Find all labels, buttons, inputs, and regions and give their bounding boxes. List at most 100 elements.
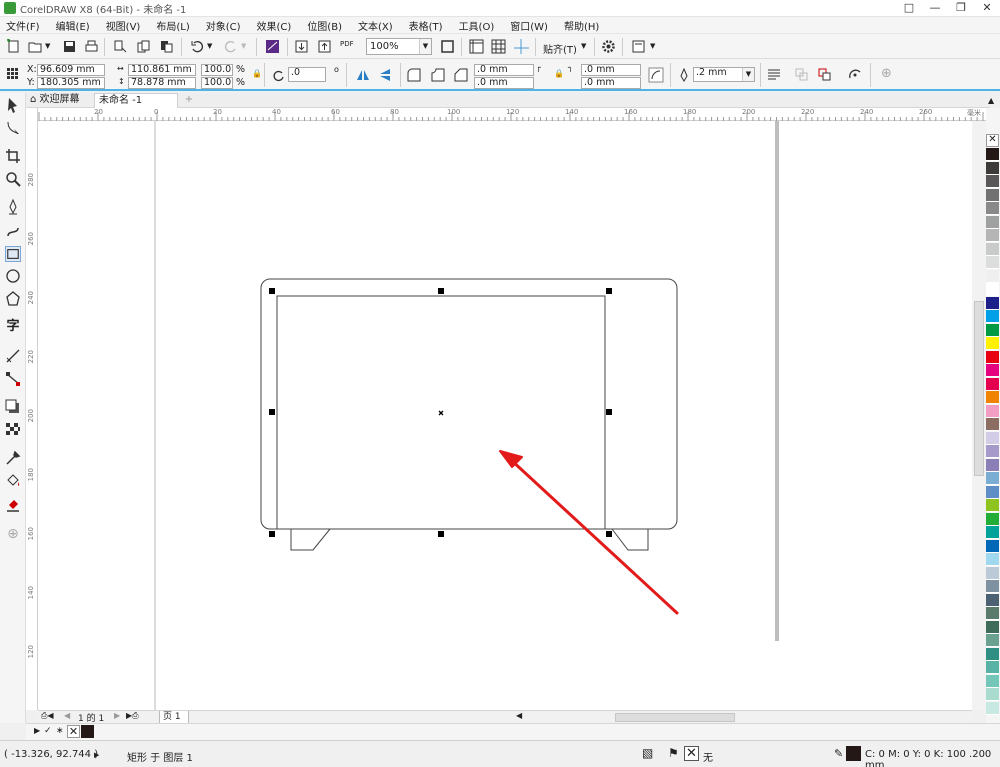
prev-page-icon[interactable]: ◀: [64, 711, 70, 720]
status-arrow-icon[interactable]: ▶: [94, 751, 99, 759]
drop-shadow-tool-icon[interactable]: [5, 399, 21, 415]
palette-swatch[interactable]: [986, 553, 999, 566]
palette-swatch[interactable]: [986, 256, 999, 269]
palette-swatch[interactable]: [986, 688, 999, 701]
drawing-canvas[interactable]: [38, 121, 972, 710]
save-icon[interactable]: [62, 39, 77, 54]
vertical-scrollbar[interactable]: [972, 121, 986, 710]
palette-swatch[interactable]: [986, 229, 999, 242]
rotation-angle-field[interactable]: .0: [288, 67, 326, 82]
zoom-tool-icon[interactable]: [5, 171, 21, 187]
zoom-level-select[interactable]: 100% ▼: [366, 38, 432, 55]
color-proof-icon[interactable]: ▧: [642, 746, 653, 760]
import-arrow-icon[interactable]: [294, 39, 309, 54]
show-guidelines-icon[interactable]: [514, 39, 529, 54]
last-page-icon[interactable]: ▶⎙: [126, 711, 139, 721]
palette-swatch[interactable]: [986, 701, 999, 715]
palette-swatch[interactable]: [986, 296, 999, 310]
palette-swatch[interactable]: [986, 404, 999, 418]
vertical-scrollbar-thumb[interactable]: [974, 301, 984, 476]
ellipse-tool-icon[interactable]: [5, 268, 21, 284]
corner-radius-top-right-field[interactable]: .0 mm: [581, 64, 641, 76]
palette-swatch[interactable]: [986, 391, 999, 404]
menu-object[interactable]: 对象(C): [206, 18, 241, 33]
palette-swatch[interactable]: [986, 337, 999, 350]
menu-layout[interactable]: 布局(L): [156, 18, 189, 33]
chamfered-corner-icon[interactable]: [453, 67, 469, 83]
handle-bottom-right[interactable]: [606, 531, 612, 537]
tab-welcome-screen[interactable]: ⌂ 欢迎屏幕: [26, 93, 92, 108]
scale-width-field[interactable]: 100.0: [201, 64, 233, 76]
object-origin-icon[interactable]: [6, 67, 19, 80]
convert-to-curves-icon[interactable]: [848, 68, 862, 82]
palette-swatch[interactable]: [986, 499, 999, 512]
handle-bottom-center[interactable]: [438, 531, 444, 537]
color-eyedropper-tool-icon[interactable]: [5, 450, 21, 466]
new-document-icon[interactable]: [6, 39, 21, 54]
palette-swatch[interactable]: [986, 364, 999, 377]
palette-swatch[interactable]: [986, 242, 999, 256]
search-content-icon[interactable]: [265, 39, 280, 54]
mirror-horizontal-icon[interactable]: [356, 68, 370, 82]
cabinet-right-leg[interactable]: [611, 528, 649, 551]
application-launcher-icon[interactable]: [631, 39, 646, 54]
to-back-icon[interactable]: [818, 68, 832, 82]
undo-icon[interactable]: [190, 39, 205, 54]
polygon-tool-icon[interactable]: [5, 291, 21, 307]
palette-swatch[interactable]: [986, 350, 999, 364]
menu-help[interactable]: 帮助(H): [564, 18, 599, 33]
palette-swatch[interactable]: [986, 431, 999, 445]
minimize-button[interactable]: —: [922, 0, 948, 17]
corner-link-right-icon[interactable]: ┐: [568, 63, 573, 72]
shape-tool-icon[interactable]: [5, 120, 21, 136]
text-tool-icon[interactable]: 字: [5, 319, 21, 335]
y-position-field[interactable]: 180.305 mm: [37, 77, 105, 89]
import-icon[interactable]: [113, 39, 128, 54]
round-corner-icon[interactable]: [406, 67, 422, 83]
palette-swatch[interactable]: [986, 269, 999, 283]
corner-link-icon[interactable]: ┌: [536, 63, 541, 72]
palette-swatch[interactable]: [986, 539, 999, 553]
doc-no-color-swatch-icon[interactable]: ✕: [67, 725, 80, 738]
user-icon[interactable]: □: [896, 0, 922, 17]
menu-effects[interactable]: 效果(C): [257, 18, 292, 33]
export-icon[interactable]: [136, 39, 151, 54]
transparency-tool-icon[interactable]: [5, 422, 21, 438]
horizontal-scrollbar-thumb[interactable]: [615, 713, 735, 722]
publish-pdf-icon[interactable]: PDF: [340, 40, 354, 48]
palette-swatch[interactable]: [986, 526, 999, 539]
full-screen-preview-icon[interactable]: [440, 39, 455, 54]
corner-lock-icon[interactable]: 🔒: [554, 69, 564, 78]
horizontal-ruler[interactable]: 20 0 20 40 60 80 100 120 140 160 180 200…: [38, 108, 986, 121]
export-arrow-icon[interactable]: [317, 39, 332, 54]
palette-swatch[interactable]: [986, 188, 999, 202]
lock-ratio-icon[interactable]: 🔒: [252, 69, 262, 78]
palette-swatch[interactable]: [986, 566, 999, 580]
width-field[interactable]: 110.861 mm: [128, 64, 196, 76]
palette-up-arrow-icon[interactable]: ▲: [988, 96, 994, 105]
scale-height-field[interactable]: 100.0: [201, 77, 233, 89]
options-gear-icon[interactable]: [601, 39, 616, 54]
handle-middle-left[interactable]: [269, 409, 275, 415]
to-front-icon[interactable]: [795, 68, 809, 82]
menu-window[interactable]: 窗口(W): [510, 18, 548, 33]
show-rulers-icon[interactable]: [469, 39, 484, 54]
open-folder-icon[interactable]: [28, 39, 43, 54]
palette-swatch[interactable]: [986, 310, 999, 323]
palette-swatch[interactable]: [986, 607, 999, 620]
eyedropper-icon[interactable]: ✓: [44, 726, 52, 736]
menu-view[interactable]: 视图(V): [106, 18, 141, 33]
smart-fill-tool-icon[interactable]: [5, 496, 21, 512]
palette-swatch[interactable]: [986, 661, 999, 674]
print-icon[interactable]: [84, 39, 99, 54]
palette-swatch[interactable]: [986, 458, 999, 472]
pick-tool-icon[interactable]: [5, 97, 21, 113]
palette-swatch[interactable]: [986, 215, 999, 229]
menu-text[interactable]: 文本(X): [358, 18, 393, 33]
mirror-vertical-icon[interactable]: [378, 68, 392, 82]
scalloped-corner-icon[interactable]: [430, 67, 446, 83]
doc-black-swatch[interactable]: [81, 725, 94, 738]
show-grid-icon[interactable]: [491, 39, 506, 54]
handle-middle-right[interactable]: [606, 409, 612, 415]
palette-swatch[interactable]: [986, 634, 999, 647]
